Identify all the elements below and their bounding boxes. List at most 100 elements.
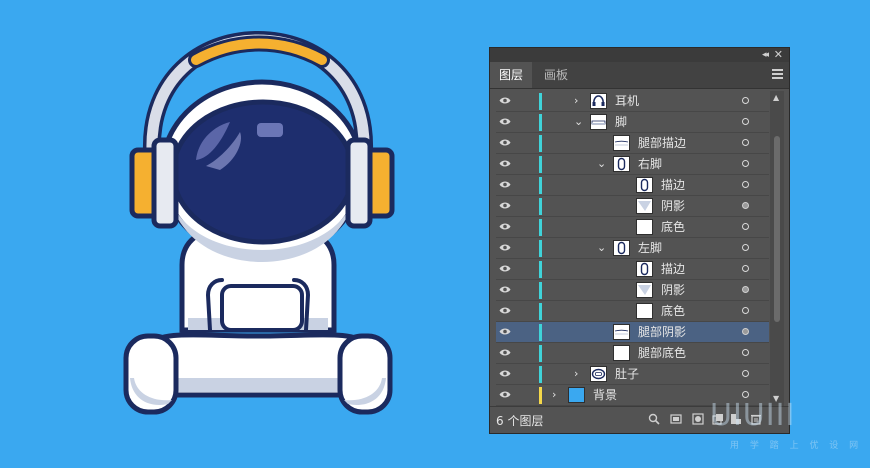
layer-name[interactable]: 耳机 [615, 94, 639, 109]
layer-target-icon[interactable] [742, 97, 749, 104]
layer-color-bar [539, 93, 542, 110]
layer-count: 6 个图层 [496, 414, 544, 428]
visibility-eye-icon[interactable] [499, 201, 511, 210]
visibility-eye-icon[interactable] [499, 390, 511, 399]
visibility-eye-icon[interactable] [499, 285, 511, 294]
panel-menu-icon[interactable] [772, 69, 783, 81]
layer-row[interactable]: 阴影 [496, 196, 769, 217]
expand-chevron-icon[interactable]: › [552, 388, 556, 402]
expand-chevron-icon[interactable]: › [574, 367, 578, 381]
layer-target-icon[interactable] [742, 286, 749, 293]
layer-target-icon[interactable] [742, 118, 749, 125]
layer-row[interactable]: 阴影 [496, 280, 769, 301]
visibility-eye-icon[interactable] [499, 222, 511, 231]
collapse-panel-icon[interactable]: ◂◂ [762, 48, 769, 62]
visibility-eye-icon[interactable] [499, 327, 511, 336]
layer-color-bar [539, 156, 542, 173]
panel-tabs: 图层 画板 [490, 62, 789, 89]
layer-target-icon[interactable] [742, 202, 749, 209]
layer-row[interactable]: › 耳机 [496, 91, 769, 112]
layer-target-icon[interactable] [742, 391, 749, 398]
layer-thumbnail [613, 240, 630, 256]
close-panel-icon[interactable]: ✕ [774, 48, 783, 62]
layer-row[interactable]: 描边 [496, 175, 769, 196]
panel-titlebar[interactable]: ◂◂ ✕ [490, 48, 789, 62]
layer-color-bar [539, 240, 542, 257]
layer-name[interactable]: 背景 [593, 388, 617, 403]
tab-artboards[interactable]: 画板 [536, 62, 576, 88]
visibility-eye-icon[interactable] [499, 306, 511, 315]
layer-name[interactable]: 脚 [615, 115, 627, 130]
layer-row[interactable]: 腿部阴影 [496, 322, 769, 343]
layer-target-icon[interactable] [742, 307, 749, 314]
layer-name[interactable]: 腿部底色 [638, 346, 686, 361]
layer-thumbnail [568, 387, 585, 403]
visibility-eye-icon[interactable] [499, 180, 511, 189]
layer-thumbnail [613, 324, 630, 340]
layer-row[interactable]: › 肚子 [496, 364, 769, 385]
visibility-eye-icon[interactable] [499, 159, 511, 168]
layer-target-icon[interactable] [742, 139, 749, 146]
layer-color-bar [539, 114, 542, 131]
visibility-eye-icon[interactable] [499, 348, 511, 357]
layer-target-icon[interactable] [742, 244, 749, 251]
layer-row[interactable]: ⌄ 左脚 [496, 238, 769, 259]
layer-name[interactable]: 底色 [661, 304, 685, 319]
watermark-slogan: 用 学 踏 上 优 设 网 [730, 441, 863, 451]
layer-target-icon[interactable] [742, 328, 749, 335]
layer-row[interactable]: 底色 [496, 301, 769, 322]
layer-name[interactable]: 底色 [661, 220, 685, 235]
expand-chevron-icon[interactable]: › [574, 94, 578, 108]
layer-target-icon[interactable] [742, 265, 749, 272]
collapse-chevron-icon[interactable]: ⌄ [597, 241, 606, 255]
layer-row[interactable]: ⌄ 右脚 [496, 154, 769, 175]
collapse-chevron-icon[interactable]: ⌄ [574, 115, 583, 129]
layer-color-bar [539, 366, 542, 383]
layer-target-icon[interactable] [742, 223, 749, 230]
layer-row[interactable]: ⌄ 脚 [496, 112, 769, 133]
layer-row[interactable]: 描边 [496, 259, 769, 280]
layer-thumbnail [613, 135, 630, 151]
layer-color-bar [539, 219, 542, 236]
layer-color-bar [539, 198, 542, 215]
visibility-eye-icon[interactable] [499, 96, 511, 105]
layer-list: › 耳机 ⌄ 脚腿部描边 ⌄ 右脚 描边 阴影 底色 ⌄ 左脚 描边 阴影 底色 腿部阴影 腿部底色 › 肚子 › 背… [496, 91, 769, 406]
layer-name[interactable]: 阴影 [661, 199, 685, 214]
layer-name[interactable]: 描边 [661, 262, 685, 277]
layer-color-bar [539, 324, 542, 341]
layer-row[interactable]: 腿部描边 [496, 133, 769, 154]
visibility-eye-icon[interactable] [499, 243, 511, 252]
visibility-eye-icon[interactable] [499, 117, 511, 126]
layer-thumbnail [613, 156, 630, 172]
scrollbar-thumb[interactable] [774, 136, 780, 322]
layer-name[interactable]: 肚子 [615, 367, 639, 382]
layer-target-icon[interactable] [742, 160, 749, 167]
scroll-up-icon[interactable]: ▲ [773, 93, 779, 103]
layer-name[interactable]: 腿部阴影 [638, 325, 686, 340]
visibility-eye-icon[interactable] [499, 138, 511, 147]
layer-name[interactable]: 腿部描边 [638, 136, 686, 151]
watermark-brand: UIUIII [710, 398, 796, 433]
layer-name[interactable]: 左脚 [638, 241, 662, 256]
layer-thumbnail [590, 93, 607, 109]
layer-scrollbar[interactable]: ▲ ▼ [770, 91, 784, 406]
layer-target-icon[interactable] [742, 349, 749, 356]
tab-layers[interactable]: 图层 [490, 62, 532, 88]
layer-row[interactable]: 腿部底色 [496, 343, 769, 364]
astronaut-illustration [123, 30, 395, 415]
layer-name[interactable]: 阴影 [661, 283, 685, 298]
search-layer-icon[interactable] [648, 413, 660, 425]
visibility-eye-icon[interactable] [499, 369, 511, 378]
collapse-chevron-icon[interactable]: ⌄ [597, 157, 606, 171]
layer-color-bar [539, 135, 542, 152]
layer-thumbnail [590, 366, 607, 382]
layer-name[interactable]: 描边 [661, 178, 685, 193]
layer-color-bar [539, 345, 542, 362]
visibility-eye-icon[interactable] [499, 264, 511, 273]
layer-row[interactable]: 底色 [496, 217, 769, 238]
layer-target-icon[interactable] [742, 370, 749, 377]
layer-color-bar [539, 387, 542, 404]
layer-thumbnail [636, 219, 653, 235]
layer-target-icon[interactable] [742, 181, 749, 188]
layer-name[interactable]: 右脚 [638, 157, 662, 172]
